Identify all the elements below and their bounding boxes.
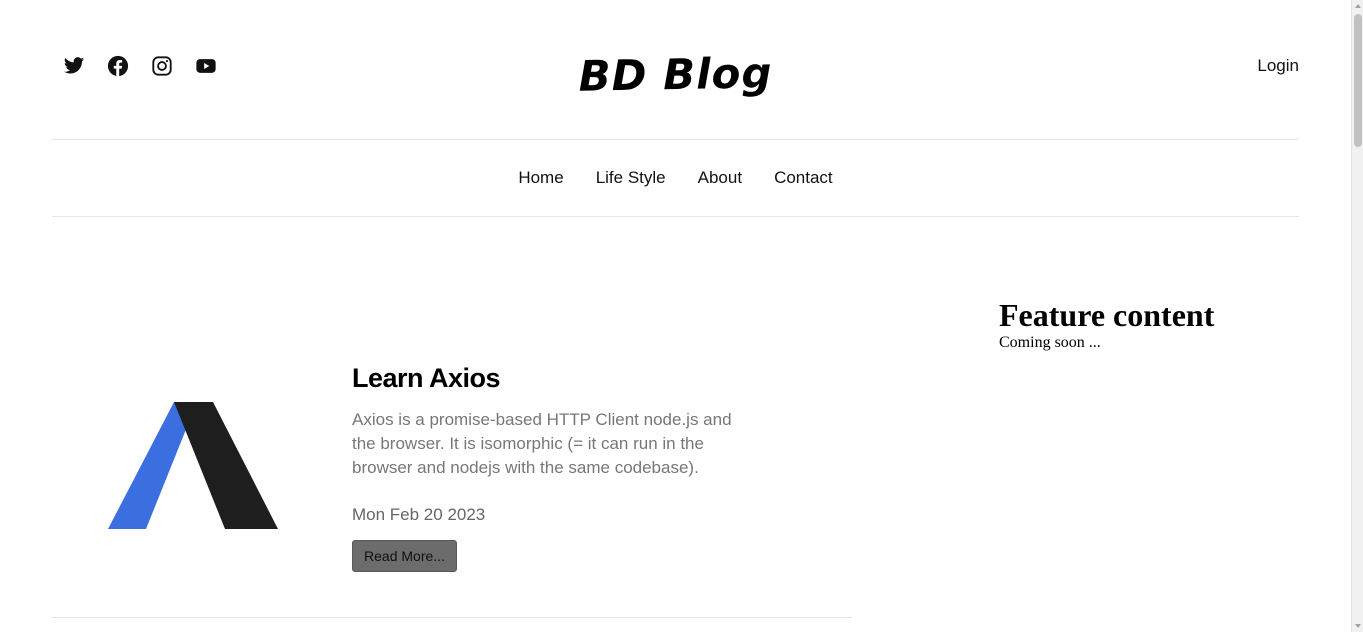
read-more-button[interactable]: Read More...: [352, 540, 457, 572]
post-divider: [52, 617, 852, 618]
scroll-up-arrow-icon[interactable]: [1355, 4, 1361, 8]
header-divider: [52, 139, 1299, 140]
axios-logo-image[interactable]: [108, 402, 278, 530]
nav-item-about[interactable]: About: [698, 168, 742, 188]
login-link[interactable]: Login: [1257, 56, 1299, 76]
nav-item-home[interactable]: Home: [518, 168, 563, 188]
page-scrollbar[interactable]: [1351, 0, 1363, 632]
nav-divider: [52, 216, 1299, 217]
post-excerpt: Axios is a promise-based HTTP Client nod…: [352, 410, 732, 477]
feature-content-heading: Feature content: [999, 297, 1215, 333]
post-title[interactable]: Learn Axios: [352, 363, 501, 394]
site-logo[interactable]: BD Blog: [0, 38, 1351, 111]
scrollbar-thumb[interactable]: [1354, 14, 1362, 147]
page: BD Blog Login Home Life Style About Cont…: [0, 0, 1351, 632]
post-date: Mon Feb 20 2023: [352, 505, 486, 524]
nav-item-contact[interactable]: Contact: [774, 168, 833, 188]
feature-content-text: Coming soon ...: [999, 334, 1101, 351]
nav-item-life-style[interactable]: Life Style: [596, 168, 666, 188]
scroll-down-arrow-icon[interactable]: [1355, 624, 1361, 628]
main-nav: Home Life Style About Contact: [0, 168, 1351, 188]
